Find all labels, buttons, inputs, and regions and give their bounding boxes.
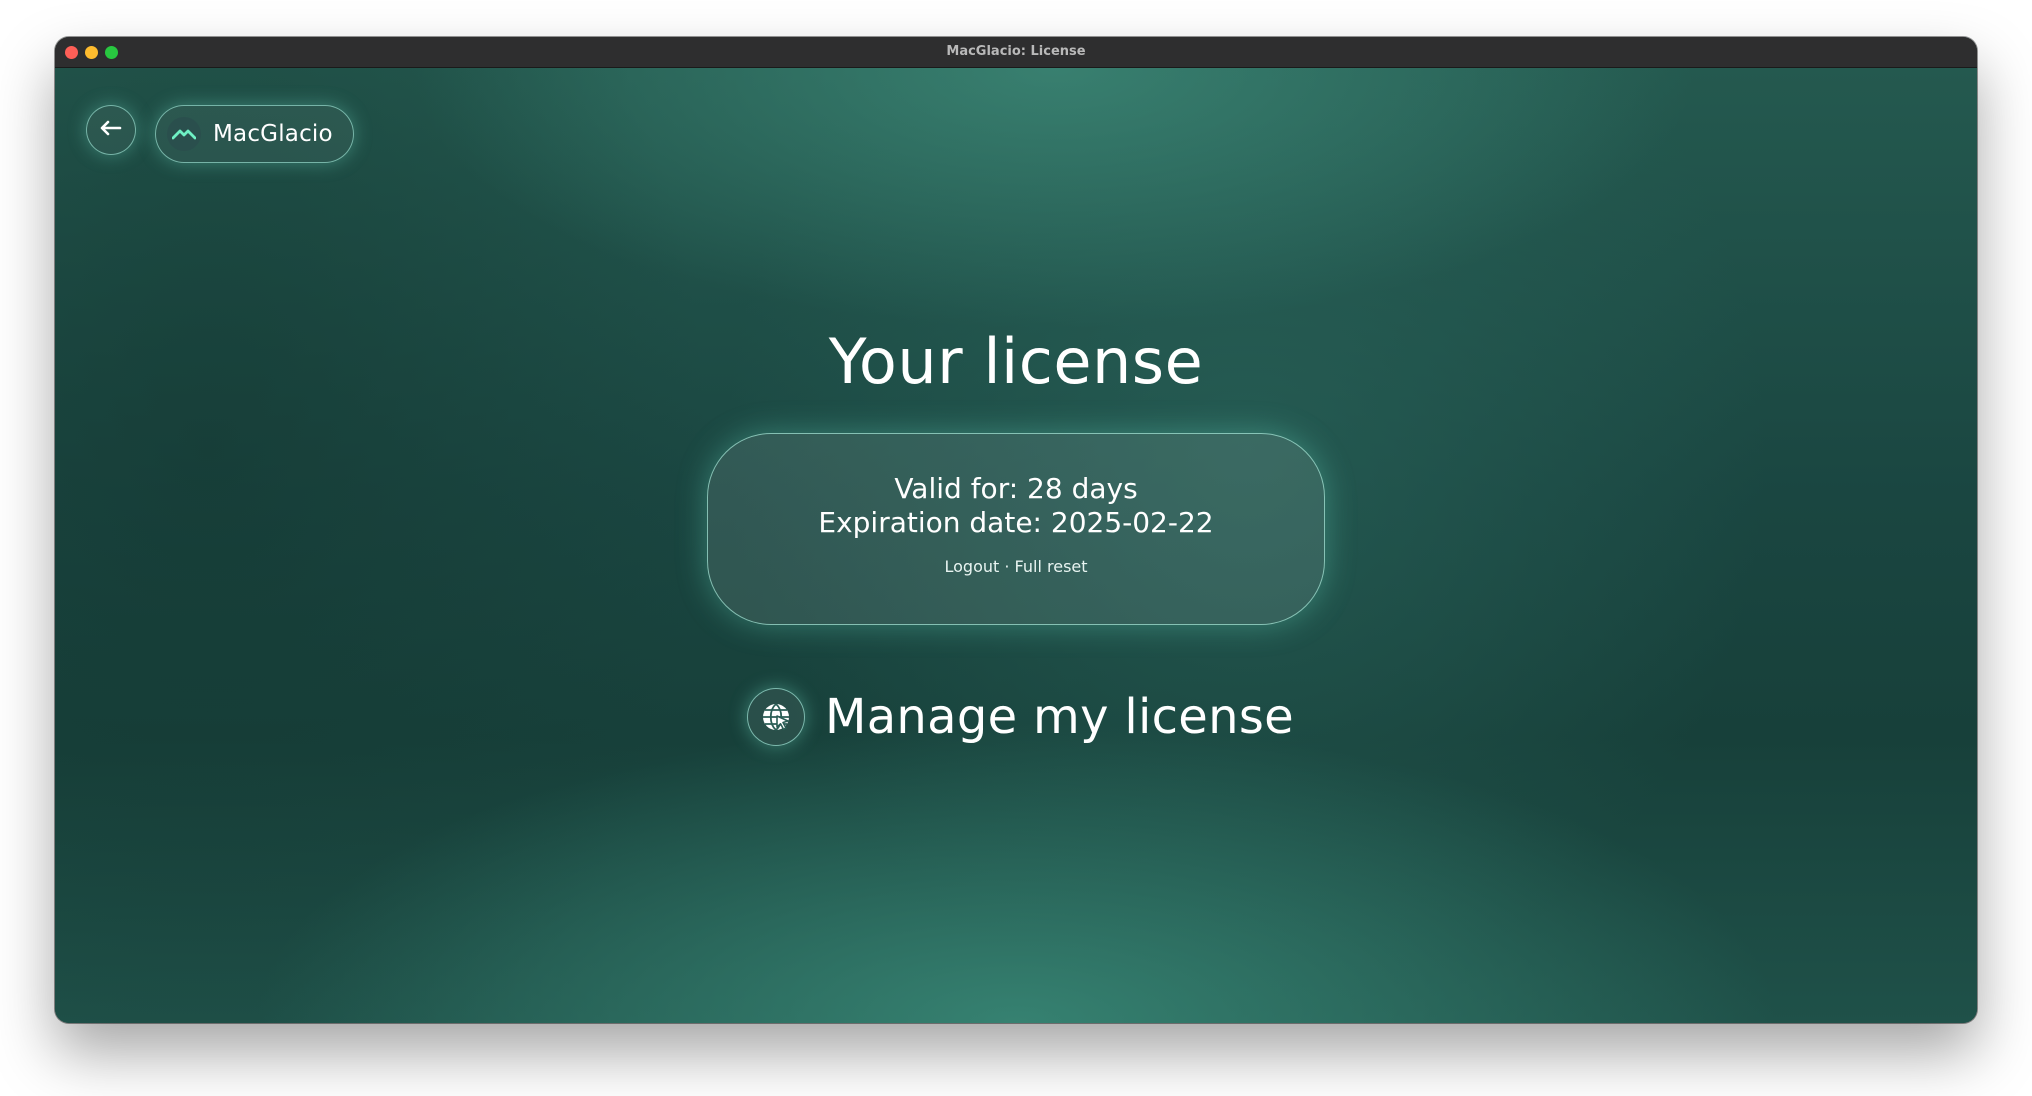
brand-name: MacGlacio — [213, 121, 333, 147]
app-window: MacGlacio: License MacGlacio Your licens… — [55, 37, 1977, 1023]
expiration-date-text: Expiration date: 2025-02-22 — [818, 506, 1214, 539]
link-separator: · — [1004, 557, 1010, 576]
arrow-left-icon — [100, 120, 122, 140]
globe-cursor-icon[interactable] — [747, 688, 805, 746]
manage-license-label: Manage my license — [825, 689, 1294, 745]
license-page: MacGlacio Your license Valid for: 28 day… — [55, 68, 1977, 1023]
brand-home-button[interactable]: MacGlacio — [155, 105, 354, 163]
license-actions: Logout · Full reset — [708, 557, 1324, 576]
mountain-logo-icon — [167, 117, 201, 151]
logout-link[interactable]: Logout — [944, 557, 999, 576]
manage-license-button[interactable]: Manage my license — [747, 687, 1294, 747]
page-title: Your license — [828, 325, 1204, 398]
full-reset-link[interactable]: Full reset — [1015, 557, 1088, 576]
window-title: MacGlacio: License — [946, 44, 1086, 59]
license-card: Valid for: 28 days Expiration date: 2025… — [707, 433, 1325, 625]
valid-for-text: Valid for: 28 days — [894, 472, 1138, 505]
title-bar[interactable]: MacGlacio: License — [55, 37, 1977, 68]
back-button[interactable] — [86, 105, 136, 155]
